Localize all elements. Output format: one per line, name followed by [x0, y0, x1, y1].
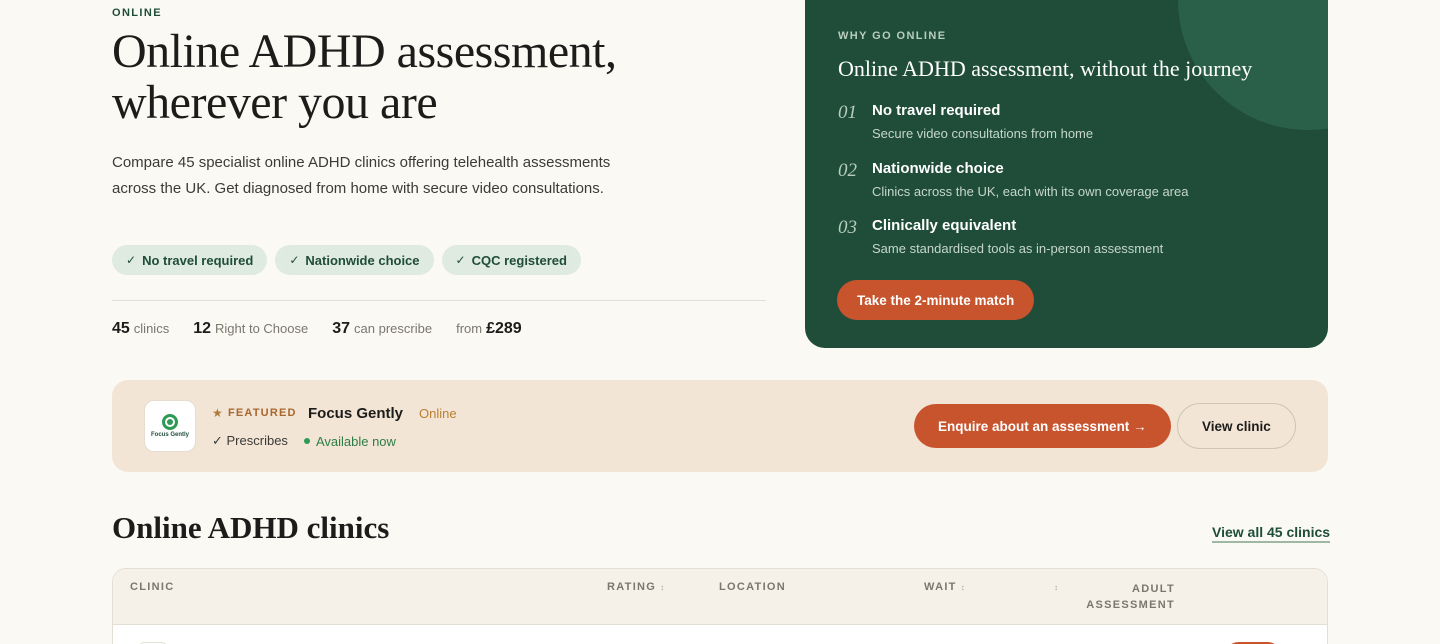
hero-eyebrow: ONLINE: [112, 7, 162, 19]
availability-label: Available now: [315, 433, 396, 449]
stat-prescribe: 37 can prescribe: [332, 320, 432, 338]
pill-label: No travel required: [142, 252, 254, 268]
stats-row: 45 clinics 12 Right to Choose 37 can prescr…: [112, 320, 522, 338]
column-location[interactable]: LOCATION: [719, 581, 786, 593]
stat-label: can prescribe: [354, 321, 433, 336]
pill-no-travel: ✓ No travel required: [112, 245, 268, 275]
divider: [112, 300, 766, 301]
column-wait[interactable]: WAIT ↕: [924, 581, 966, 593]
status-dot-icon: [303, 438, 310, 444]
pill-label: CQC registered: [471, 252, 567, 268]
why-item-heading: Nationwide choice: [872, 160, 1004, 177]
stat-value: 12: [193, 320, 211, 337]
why-eyebrow: WHY GO ONLINE: [838, 30, 947, 42]
pill-nationwide: ✓ Nationwide choice: [275, 245, 434, 275]
why-item-subtext: Clinics across the UK, each with its own…: [872, 184, 1189, 199]
clinic-mode: Online: [419, 406, 457, 421]
column-label: RATING: [607, 581, 657, 593]
why-item-subtext: Secure video consultations from home: [872, 126, 1094, 141]
feature-pills: ✓ No travel required ✓ Nationwide choice ✓…: [112, 245, 581, 275]
stat-label: clinics: [133, 321, 170, 336]
column-label-line: ASSESSMENT: [1086, 599, 1175, 611]
check-icon: ✓: [212, 433, 227, 448]
table-header: CLINIC RATING ↕ LOCATION WAIT ↕ ↕ ADULT AS…: [113, 569, 1327, 625]
availability-status: Available now: [303, 433, 396, 449]
why-title: Online ADHD assessment, without the jour…: [838, 56, 1253, 81]
sort-icon: ↕: [660, 583, 666, 592]
column-adult-assessment[interactable]: ADULT ASSESSMENT: [1073, 581, 1175, 613]
column-label-line: ADULT: [1132, 583, 1175, 595]
target-icon: [162, 414, 178, 430]
view-clinic-button[interactable]: View clinic: [1177, 403, 1296, 449]
clinic-meta: ✓ Prescribes Available now: [212, 433, 396, 449]
stat-price: from £289: [456, 320, 522, 338]
check-icon: ✓: [126, 253, 137, 267]
logo-text: Focus Gently: [150, 432, 189, 438]
page-title: Online ADHD assessment, wherever you are: [112, 25, 617, 129]
stat-right-to-choose: 12 Right to Choose: [193, 320, 308, 338]
view-all-clinics-link[interactable]: View all 45 clinics: [1212, 524, 1331, 543]
why-item-number: 03: [838, 217, 857, 238]
star-icon: ★: [212, 406, 224, 420]
section-title: Online ADHD clinics: [112, 510, 390, 545]
why-item-heading: Clinically equivalent: [872, 217, 1017, 234]
why-item-number: 01: [838, 102, 857, 123]
clinic-name[interactable]: Focus Gently: [308, 405, 403, 422]
why-item-number: 02: [838, 160, 857, 181]
column-label: WAIT: [924, 581, 957, 593]
stat-value: £289: [486, 320, 522, 337]
stat-prefix: from: [456, 321, 483, 336]
sort-icon: ↕: [960, 583, 967, 592]
why-item-subtext: Same standardised tools as in-person ass…: [872, 241, 1164, 256]
column-clinic[interactable]: CLINIC: [130, 581, 174, 593]
column-rating[interactable]: RATING ↕: [607, 581, 665, 593]
featured-badge-label: FEATURED: [227, 407, 297, 419]
why-item-heading: No travel required: [872, 102, 1001, 119]
stat-clinics: 45 clinics: [112, 320, 169, 338]
stat-value: 37: [332, 320, 351, 337]
featured-clinic-card: Focus Gently ★ FEATURED Focus Gently Onl…: [112, 380, 1328, 472]
featured-badge: ★ FEATURED: [212, 406, 297, 420]
clinic-logo: Focus Gently: [144, 400, 196, 452]
pill-label: Nationwide choice: [305, 252, 420, 268]
prescribes-label: Prescribes: [226, 433, 288, 448]
check-icon: ✓: [455, 253, 466, 267]
hero-description: Compare 45 specialist online ADHD clinic…: [112, 154, 611, 197]
prescribes-flag: ✓ Prescribes: [212, 433, 288, 449]
check-icon: ✓: [289, 253, 300, 267]
pill-cqc: ✓ CQC registered: [441, 245, 581, 275]
stat-label: Right to Choose: [215, 321, 309, 336]
why-online-card: WHY GO ONLINE Online ADHD assessment, wi…: [805, 0, 1328, 348]
sort-icon: ↕: [1054, 583, 1060, 592]
clinics-table: CLINIC RATING ↕ LOCATION WAIT ↕ ↕ ADULT AS…: [112, 568, 1328, 644]
match-quiz-button[interactable]: Take the 2-minute match: [837, 280, 1035, 320]
stat-value: 45: [112, 320, 130, 337]
enquire-button[interactable]: Enquire about an assessment →: [914, 404, 1171, 448]
